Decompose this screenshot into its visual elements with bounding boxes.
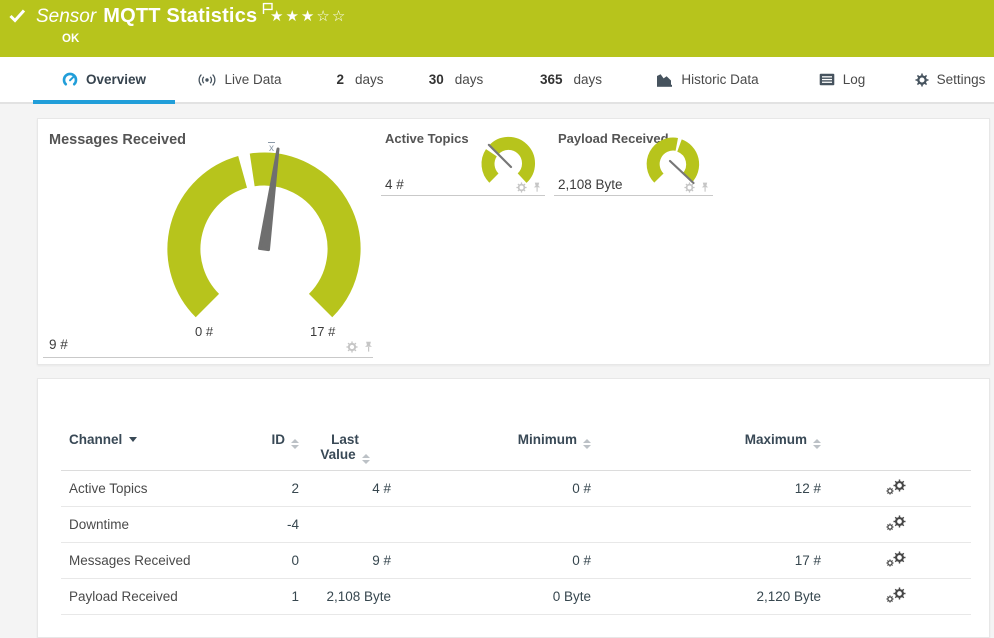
chart-icon — [656, 73, 673, 87]
col-header-minimum[interactable]: Minimum — [391, 419, 591, 471]
col-header-label: Value — [320, 447, 356, 462]
col-header-maximum[interactable]: Maximum — [591, 419, 821, 471]
star-filled-icon[interactable] — [301, 8, 316, 25]
channel-minimum — [391, 506, 591, 543]
gauge-icon — [62, 72, 78, 88]
channel-minimum: 0 Byte — [391, 578, 591, 615]
sort-icon — [361, 454, 370, 464]
tab-label: Historic Data — [681, 72, 759, 87]
col-header-channel[interactable]: Channel — [61, 419, 251, 471]
gear-icon — [915, 73, 929, 87]
channel-last-value: 9 # — [299, 542, 391, 579]
tab-label: days — [454, 72, 484, 87]
gauges-panel: Messages Received x 0 # 17 # 9 # Active … — [37, 118, 990, 365]
channels-panel: Channel ID Last Value Minimum Maximum Ac… — [37, 378, 990, 638]
gauge-scale-min: 0 # — [195, 324, 214, 339]
priority-stars[interactable] — [270, 7, 347, 25]
channel-name[interactable]: Downtime — [61, 506, 251, 543]
tab-live-data[interactable]: Live Data — [190, 57, 290, 102]
tab-365-days[interactable]: 365 days — [535, 57, 607, 102]
tab-label: days — [573, 72, 603, 87]
object-kind-label: Sensor — [36, 6, 97, 27]
primary-gauge — [167, 147, 361, 318]
tab-label: Log — [842, 72, 866, 87]
channel-maximum: 2,120 Byte — [591, 578, 821, 615]
channel-settings-icon[interactable] — [886, 479, 906, 495]
star-filled-icon[interactable] — [270, 8, 285, 25]
channel-id: -4 — [251, 506, 299, 543]
channel-minimum: 0 # — [391, 470, 591, 507]
primary-gauge-value: 9 # — [49, 337, 68, 352]
channel-id: 0 — [251, 542, 299, 579]
sort-icon — [583, 439, 591, 449]
channel-name[interactable]: Payload Received — [61, 578, 251, 615]
table-row: Active Topics 2 4 # 0 # 12 # — [61, 470, 971, 507]
status-check-icon — [9, 9, 26, 28]
mini-gauge-value: 4 # — [385, 177, 404, 192]
col-header-label: Minimum — [517, 432, 577, 447]
tab-bar: Overview Live Data 2 days 30 days 365 da… — [0, 57, 994, 104]
tab-30-days[interactable]: 30 days — [425, 57, 487, 102]
tab-settings[interactable]: Settings — [910, 57, 990, 102]
mini-gauge-title: Active Topics — [385, 131, 469, 146]
sort-icon — [291, 439, 299, 449]
tab-log[interactable]: Log — [812, 57, 872, 102]
channel-maximum — [591, 506, 821, 543]
tab-2-days[interactable]: 2 days — [330, 57, 390, 102]
log-icon — [819, 73, 835, 86]
mini-gauge-value: 2,108 Byte — [558, 177, 623, 192]
status-badge: OK — [62, 33, 80, 45]
broadcast-icon — [198, 73, 216, 87]
col-header-last-value[interactable]: Last Value — [299, 419, 391, 471]
tab-number: 30 — [428, 72, 444, 87]
tab-number: 365 — [539, 72, 563, 87]
star-filled-icon[interactable] — [285, 8, 300, 25]
col-header-label: Last — [331, 432, 359, 447]
tab-historic-data[interactable]: Historic Data — [650, 57, 765, 102]
gauge-scale-max: 17 # — [310, 324, 336, 339]
channel-id: 2 — [251, 470, 299, 507]
tab-overview[interactable]: Overview — [33, 57, 175, 102]
channel-minimum: 0 # — [391, 542, 591, 579]
channel-last-value: 2,108 Byte — [299, 578, 391, 615]
channel-settings-icon[interactable] — [886, 587, 906, 603]
sensor-status-banner: Sensor MQTT Statistics OK — [0, 0, 994, 57]
sort-icon — [813, 439, 821, 449]
sort-caret-icon — [129, 437, 138, 442]
table-row: Payload Received 1 2,108 Byte 0 Byte 2,1… — [61, 578, 971, 615]
star-empty-icon[interactable] — [316, 8, 331, 25]
tab-label: Overview — [85, 72, 147, 87]
star-empty-icon[interactable] — [332, 8, 347, 25]
channel-last-value — [299, 506, 391, 543]
channel-name[interactable]: Messages Received — [61, 542, 251, 579]
col-header-id[interactable]: ID — [251, 419, 299, 471]
channel-maximum: 12 # — [591, 470, 821, 507]
table-row: Messages Received 0 9 # 0 # 17 # — [61, 542, 971, 579]
channel-last-value: 4 # — [299, 470, 391, 507]
mini-gauge-payload-received: Payload Received 2,108 Byte — [554, 119, 714, 199]
gauge-pin-icon[interactable] — [363, 340, 374, 358]
channel-maximum: 17 # — [591, 542, 821, 579]
page-title: MQTT Statistics — [103, 5, 258, 27]
active-tab-underline — [33, 100, 175, 104]
channel-name[interactable]: Active Topics — [61, 470, 251, 507]
channels-table: Channel ID Last Value Minimum Maximum Ac… — [61, 419, 971, 615]
tab-label: days — [354, 72, 384, 87]
channel-settings-icon[interactable] — [886, 551, 906, 567]
average-marker: x — [268, 142, 275, 154]
table-row: Downtime -4 — [61, 506, 971, 543]
tab-label: Live Data — [224, 72, 282, 87]
col-header-label: Channel — [69, 432, 123, 447]
col-header-label: ID — [271, 432, 286, 447]
tab-label: Settings — [936, 72, 986, 87]
gauge-settings-gear-icon[interactable] — [346, 340, 358, 358]
col-header-actions — [821, 419, 971, 471]
mini-gauge-active-topics: Active Topics 4 # — [381, 119, 546, 199]
channel-settings-icon[interactable] — [886, 515, 906, 531]
col-header-label: Maximum — [744, 432, 807, 447]
tab-number: 2 — [336, 72, 344, 87]
channel-id: 1 — [251, 578, 299, 615]
